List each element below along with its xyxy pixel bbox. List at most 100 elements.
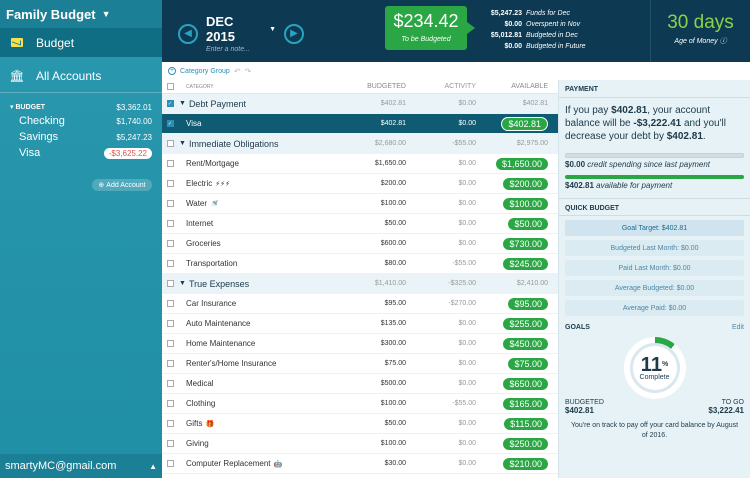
row-checkbox[interactable]: [162, 260, 178, 267]
category-row[interactable]: Clothing $100.00 -$55.00 $165.00: [162, 394, 558, 414]
budgeted-cell[interactable]: $80.00: [322, 260, 406, 267]
budgeted-cell[interactable]: $135.00: [322, 320, 406, 327]
category-row[interactable]: Rent/Mortgage $1,650.00 $0.00 $1,650.00: [162, 154, 558, 174]
available-cell[interactable]: $402.81: [476, 116, 556, 131]
available-cell[interactable]: $255.00: [476, 317, 556, 330]
row-checkbox[interactable]: [162, 220, 178, 227]
available-cell[interactable]: $75.00: [476, 357, 556, 370]
category-row[interactable]: Gifts 🎁 $50.00 $0.00 $115.00: [162, 414, 558, 434]
budget-switcher[interactable]: Family Budget ▼: [0, 0, 162, 28]
budgeted-cell[interactable]: $2,680.00: [322, 140, 406, 147]
category-name[interactable]: Car Insurance: [178, 299, 322, 308]
category-group-row[interactable]: ✓ ▼ Debt Payment $402.81 $0.00 $402.81: [162, 94, 558, 114]
category-row[interactable]: Internet $50.00 $0.00 $50.00: [162, 214, 558, 234]
category-name[interactable]: Gifts 🎁: [178, 419, 322, 428]
budgeted-cell[interactable]: $100.00: [322, 400, 406, 407]
account-visa[interactable]: Visa -$3,625.22: [10, 145, 152, 161]
budgeted-cell[interactable]: $50.00: [322, 420, 406, 427]
activity-cell[interactable]: $0.00: [406, 320, 476, 327]
row-checkbox[interactable]: [162, 420, 178, 427]
activity-cell[interactable]: $0.00: [406, 240, 476, 247]
available-cell[interactable]: $210.00: [476, 457, 556, 470]
category-row[interactable]: Car Insurance $95.00 -$270.00 $95.00: [162, 294, 558, 314]
add-account-button[interactable]: ⊕ Add Account: [92, 179, 152, 191]
row-checkbox[interactable]: [162, 400, 178, 407]
row-checkbox[interactable]: [162, 180, 178, 187]
goal-target-button[interactable]: Goal Target: $402.81: [565, 220, 744, 236]
category-row[interactable]: Auto Maintenance $135.00 $0.00 $255.00: [162, 314, 558, 334]
category-name[interactable]: Clothing: [178, 399, 322, 408]
activity-cell[interactable]: $0.00: [406, 200, 476, 207]
available-cell[interactable]: $200.00: [476, 177, 556, 190]
row-checkbox[interactable]: [162, 140, 178, 147]
category-row[interactable]: Transportation $80.00 -$55.00 $245.00: [162, 254, 558, 274]
row-checkbox[interactable]: [162, 160, 178, 167]
select-all-checkbox[interactable]: [162, 83, 178, 90]
budgeted-cell[interactable]: $75.00: [322, 360, 406, 367]
available-cell[interactable]: $730.00: [476, 237, 556, 250]
caret-down-icon[interactable]: ▼: [179, 280, 186, 287]
activity-cell[interactable]: $0.00: [406, 180, 476, 187]
available-cell[interactable]: $165.00: [476, 397, 556, 410]
prev-month-button[interactable]: ◀: [178, 23, 198, 44]
row-checkbox[interactable]: [162, 320, 178, 327]
row-checkbox[interactable]: ✓: [162, 120, 178, 127]
available-cell[interactable]: $2,410.00: [476, 280, 556, 287]
row-checkbox[interactable]: [162, 360, 178, 367]
category-row[interactable]: Electric ⚡⚡⚡ $200.00 $0.00 $200.00: [162, 174, 558, 194]
available-cell[interactable]: $115.00: [476, 417, 556, 430]
caret-down-icon[interactable]: ▼: [179, 140, 186, 147]
category-row[interactable]: Home Maintenance $300.00 $0.00 $450.00: [162, 334, 558, 354]
category-name[interactable]: Rent/Mortgage: [178, 159, 322, 168]
account-checking[interactable]: Checking $1,740.00: [10, 113, 152, 129]
category-name[interactable]: Water 🚿: [178, 199, 322, 208]
category-name[interactable]: Renter's/Home Insurance: [178, 359, 322, 368]
category-name[interactable]: ▼ True Expenses: [178, 279, 322, 289]
edit-goal-button[interactable]: Edit: [732, 324, 744, 331]
category-row[interactable]: ✓ Visa $402.81 $0.00 $402.81: [162, 114, 558, 134]
category-row[interactable]: Water 🚿 $100.00 $0.00 $100.00: [162, 194, 558, 214]
available-cell[interactable]: $650.00: [476, 377, 556, 390]
activity-cell[interactable]: -$55.00: [406, 260, 476, 267]
row-checkbox[interactable]: ✓: [162, 100, 178, 107]
category-row[interactable]: Groceries $600.00 $0.00 $730.00: [162, 234, 558, 254]
category-name[interactable]: Giving: [178, 439, 322, 448]
budgeted-last-month-button[interactable]: Budgeted Last Month: $0.00: [565, 240, 744, 256]
budgeted-cell[interactable]: $500.00: [322, 380, 406, 387]
category-row[interactable]: Medical $500.00 $0.00 $650.00: [162, 374, 558, 394]
available-cell[interactable]: $2,975.00: [476, 140, 556, 147]
budgeted-cell[interactable]: $100.00: [322, 440, 406, 447]
row-checkbox[interactable]: [162, 460, 178, 467]
available-cell[interactable]: $1,650.00: [476, 157, 556, 170]
activity-cell[interactable]: $0.00: [406, 100, 476, 107]
category-name[interactable]: Home Maintenance: [178, 339, 322, 348]
undo-icon[interactable]: ↶: [234, 67, 241, 76]
month-selector[interactable]: DEC 2015 ▼: [206, 14, 276, 44]
available-cell[interactable]: $250.00: [476, 437, 556, 450]
month-note-input[interactable]: Enter a note...: [206, 46, 276, 53]
info-icon[interactable]: ⓘ: [720, 38, 727, 45]
available-cell[interactable]: $245.00: [476, 257, 556, 270]
available-cell[interactable]: $450.00: [476, 337, 556, 350]
category-name[interactable]: Internet: [178, 219, 322, 228]
add-category-group-button[interactable]: Category Group: [180, 68, 230, 75]
activity-cell[interactable]: -$270.00: [406, 300, 476, 307]
category-name[interactable]: Electric ⚡⚡⚡: [178, 179, 322, 188]
user-menu[interactable]: smartyMC@gmail.com ▲: [0, 454, 162, 478]
row-checkbox[interactable]: [162, 200, 178, 207]
activity-cell[interactable]: $0.00: [406, 420, 476, 427]
activity-cell[interactable]: $0.00: [406, 380, 476, 387]
category-row[interactable]: Renter's/Home Insurance $75.00 $0.00 $75.00: [162, 354, 558, 374]
available-cell[interactable]: $95.00: [476, 297, 556, 310]
budgeted-cell[interactable]: $300.00: [322, 340, 406, 347]
category-name[interactable]: Transportation: [178, 259, 322, 268]
budgeted-cell[interactable]: $30.00: [322, 460, 406, 467]
category-row[interactable]: Computer Replacement 🤖 $30.00 $0.00 $210.00: [162, 454, 558, 474]
budgeted-cell[interactable]: $1,410.00: [322, 280, 406, 287]
caret-down-icon[interactable]: ▼: [179, 100, 186, 107]
budgeted-cell[interactable]: $50.00: [322, 220, 406, 227]
row-checkbox[interactable]: [162, 280, 178, 287]
activity-cell[interactable]: -$55.00: [406, 140, 476, 147]
row-checkbox[interactable]: [162, 340, 178, 347]
next-month-button[interactable]: ▶: [284, 23, 304, 44]
